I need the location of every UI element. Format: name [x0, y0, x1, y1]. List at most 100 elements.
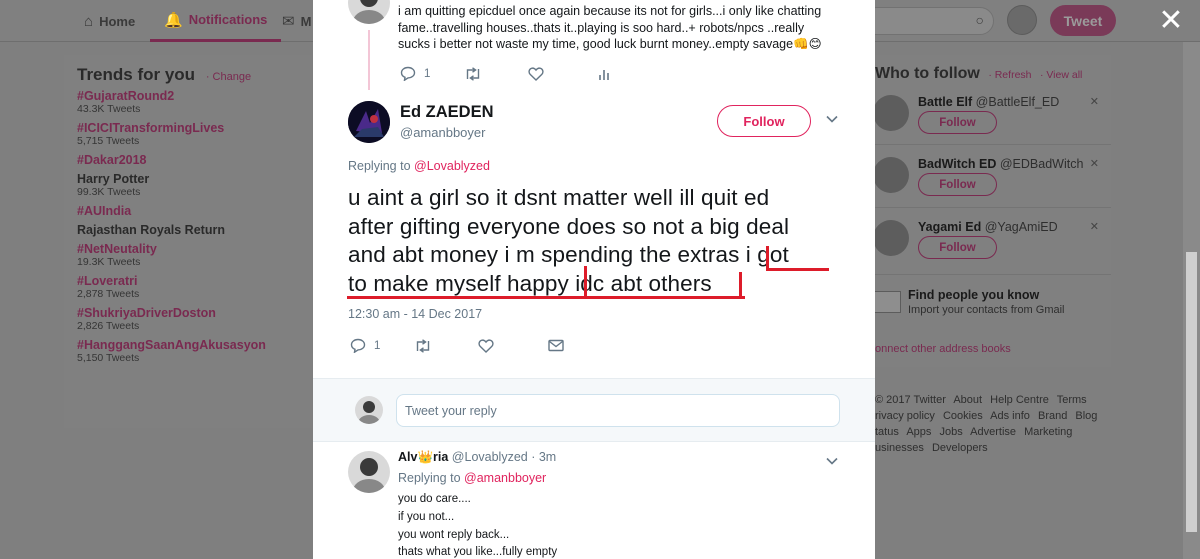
footer-link[interactable]: Ads info: [990, 410, 1030, 422]
view-all-link[interactable]: · View all: [1040, 69, 1082, 81]
bell-icon: 🔔: [164, 11, 183, 29]
user-handle-time[interactable]: @Lovablyzed · 3m: [452, 450, 556, 464]
profile-avatar[interactable]: [1007, 5, 1037, 35]
trend-item[interactable]: Harry Potter 99.3K Tweets: [64, 172, 312, 199]
search-icon[interactable]: ○: [976, 12, 984, 28]
retweet-action[interactable]: [464, 66, 482, 81]
user-name[interactable]: Ed ZAEDEN: [400, 103, 494, 122]
nav-home[interactable]: ⌂ Home: [84, 0, 135, 42]
footer-link[interactable]: About: [953, 394, 982, 406]
footer-link[interactable]: tatus: [875, 426, 899, 438]
footer-link[interactable]: rivacy policy: [875, 410, 935, 422]
heart-icon: [528, 66, 545, 81]
avatar[interactable]: [355, 396, 383, 424]
nav-notifications[interactable]: 🔔 Notifications: [150, 0, 282, 42]
follow-button[interactable]: Follow: [918, 111, 997, 134]
avatar[interactable]: [873, 157, 909, 193]
trend-name[interactable]: #NetNeutality: [77, 242, 299, 256]
like-action[interactable]: [528, 66, 545, 81]
message-action[interactable]: [548, 339, 565, 352]
trends-title: Trends for you: [77, 65, 196, 84]
footer-link[interactable]: Advertise: [970, 426, 1016, 438]
find-people-title: Find people you know: [908, 288, 1040, 302]
trend-name[interactable]: Harry Potter: [77, 172, 299, 186]
footer-link[interactable]: usinesses: [875, 442, 924, 454]
user-name[interactable]: Alv👑ria: [398, 450, 448, 464]
trend-name[interactable]: #AUIndia: [77, 204, 299, 218]
reply-action[interactable]: 1: [400, 66, 430, 81]
trend-item[interactable]: #HanggangSaanAngAkusasyon 5,150 Tweets: [64, 338, 312, 365]
tweet-actions: 1: [350, 338, 565, 353]
avatar[interactable]: [873, 95, 909, 131]
replying-to-handle[interactable]: @Lovablyzed: [414, 159, 490, 173]
retweet-action[interactable]: [414, 338, 432, 353]
dismiss-icon[interactable]: ✕: [1090, 95, 1099, 108]
trend-count: 43.3K Tweets: [77, 103, 141, 115]
scrollbar[interactable]: [1183, 42, 1200, 559]
search-input[interactable]: ○: [862, 7, 994, 35]
footer-link[interactable]: Brand: [1038, 410, 1067, 422]
trend-item[interactable]: #Loveratri 2,878 Tweets: [64, 274, 312, 301]
tweet-timestamp[interactable]: 12:30 am - 14 Dec 2017: [348, 307, 482, 321]
connect-address-books-link[interactable]: onnect other address books: [875, 343, 1011, 355]
trend-name[interactable]: #ICICITransformingLives: [77, 121, 299, 135]
reply-text-line: thats what you like...fully empty: [398, 546, 558, 558]
like-action[interactable]: [478, 338, 495, 353]
user-handle[interactable]: @amanbboyer: [400, 125, 485, 140]
analytics-action[interactable]: [598, 67, 612, 81]
reply-input[interactable]: Tweet your reply: [396, 394, 840, 427]
avatar[interactable]: [348, 101, 390, 143]
trends-change-link[interactable]: · Change: [206, 71, 251, 83]
divider: [875, 144, 1111, 145]
nav-messages[interactable]: ✉ M: [282, 0, 311, 42]
trend-name[interactable]: #GujaratRound2: [77, 89, 299, 103]
trend-name[interactable]: Rajasthan Royals Return: [77, 223, 299, 237]
trend-count: 99.3K Tweets: [77, 186, 141, 198]
trend-item[interactable]: #Dakar2018: [64, 153, 312, 167]
trend-name[interactable]: #Loveratri: [77, 274, 299, 288]
dismiss-icon[interactable]: ✕: [1090, 157, 1099, 170]
scrollbar-thumb[interactable]: [1186, 252, 1197, 532]
trend-item[interactable]: #ICICITransformingLives 5,715 Tweets: [64, 121, 312, 148]
avatar[interactable]: [348, 451, 390, 493]
reply-action[interactable]: 1: [350, 338, 380, 353]
reply-text-line: if you not...: [398, 511, 455, 523]
trend-item[interactable]: #NetNeutality 19.3K Tweets: [64, 242, 312, 269]
avatar[interactable]: [873, 220, 909, 256]
trend-name[interactable]: #ShukriyaDriverDoston: [77, 306, 299, 320]
chevron-down-icon[interactable]: [825, 111, 839, 129]
footer-link[interactable]: Apps: [906, 426, 931, 438]
nav-home-label: Home: [99, 13, 136, 29]
footer-link[interactable]: Help Centre: [990, 394, 1049, 406]
footer-link[interactable]: Developers: [932, 442, 988, 454]
trend-count: 2,878 Tweets: [77, 288, 140, 300]
trend-item[interactable]: #ShukriyaDriverDoston 2,826 Tweets: [64, 306, 312, 333]
footer-link[interactable]: Blog: [1075, 410, 1097, 422]
reply-author[interactable]: Alv👑ria @Lovablyzed · 3m: [398, 450, 556, 465]
chevron-down-icon[interactable]: [825, 453, 839, 471]
trend-item[interactable]: #GujaratRound2 43.3K Tweets: [64, 89, 312, 116]
follow-button[interactable]: Follow: [918, 236, 997, 259]
suggestion-name[interactable]: Yagami Ed @YagAmiED: [918, 220, 1058, 234]
tweet-button[interactable]: Tweet: [1050, 5, 1116, 36]
avatar-image: [358, 401, 380, 424]
divider: [875, 207, 1111, 208]
footer-link[interactable]: Marketing: [1024, 426, 1072, 438]
footer-link[interactable]: Terms: [1057, 394, 1087, 406]
suggestion-name[interactable]: BadWitch ED @EDBadWitch: [918, 157, 1083, 171]
avatar[interactable]: [348, 0, 390, 24]
close-icon[interactable]: ✕: [1156, 6, 1186, 36]
footer-link[interactable]: © 2017 Twitter: [875, 394, 946, 406]
trend-item[interactable]: Rajasthan Royals Return: [64, 223, 312, 237]
footer-link[interactable]: Jobs: [939, 426, 962, 438]
trend-item[interactable]: #AUIndia: [64, 204, 312, 218]
dismiss-icon[interactable]: ✕: [1090, 220, 1099, 233]
refresh-link[interactable]: · Refresh: [988, 69, 1031, 81]
follow-button[interactable]: Follow: [918, 173, 997, 196]
follow-button[interactable]: Follow: [717, 105, 811, 137]
trend-name[interactable]: #HanggangSaanAngAkusasyon: [77, 338, 299, 352]
footer-link[interactable]: Cookies: [943, 410, 983, 422]
suggestion-name[interactable]: Battle Elf @BattleElf_ED: [918, 95, 1059, 109]
replying-to-handle[interactable]: @amanbboyer: [464, 471, 546, 485]
trend-name[interactable]: #Dakar2018: [77, 153, 299, 167]
